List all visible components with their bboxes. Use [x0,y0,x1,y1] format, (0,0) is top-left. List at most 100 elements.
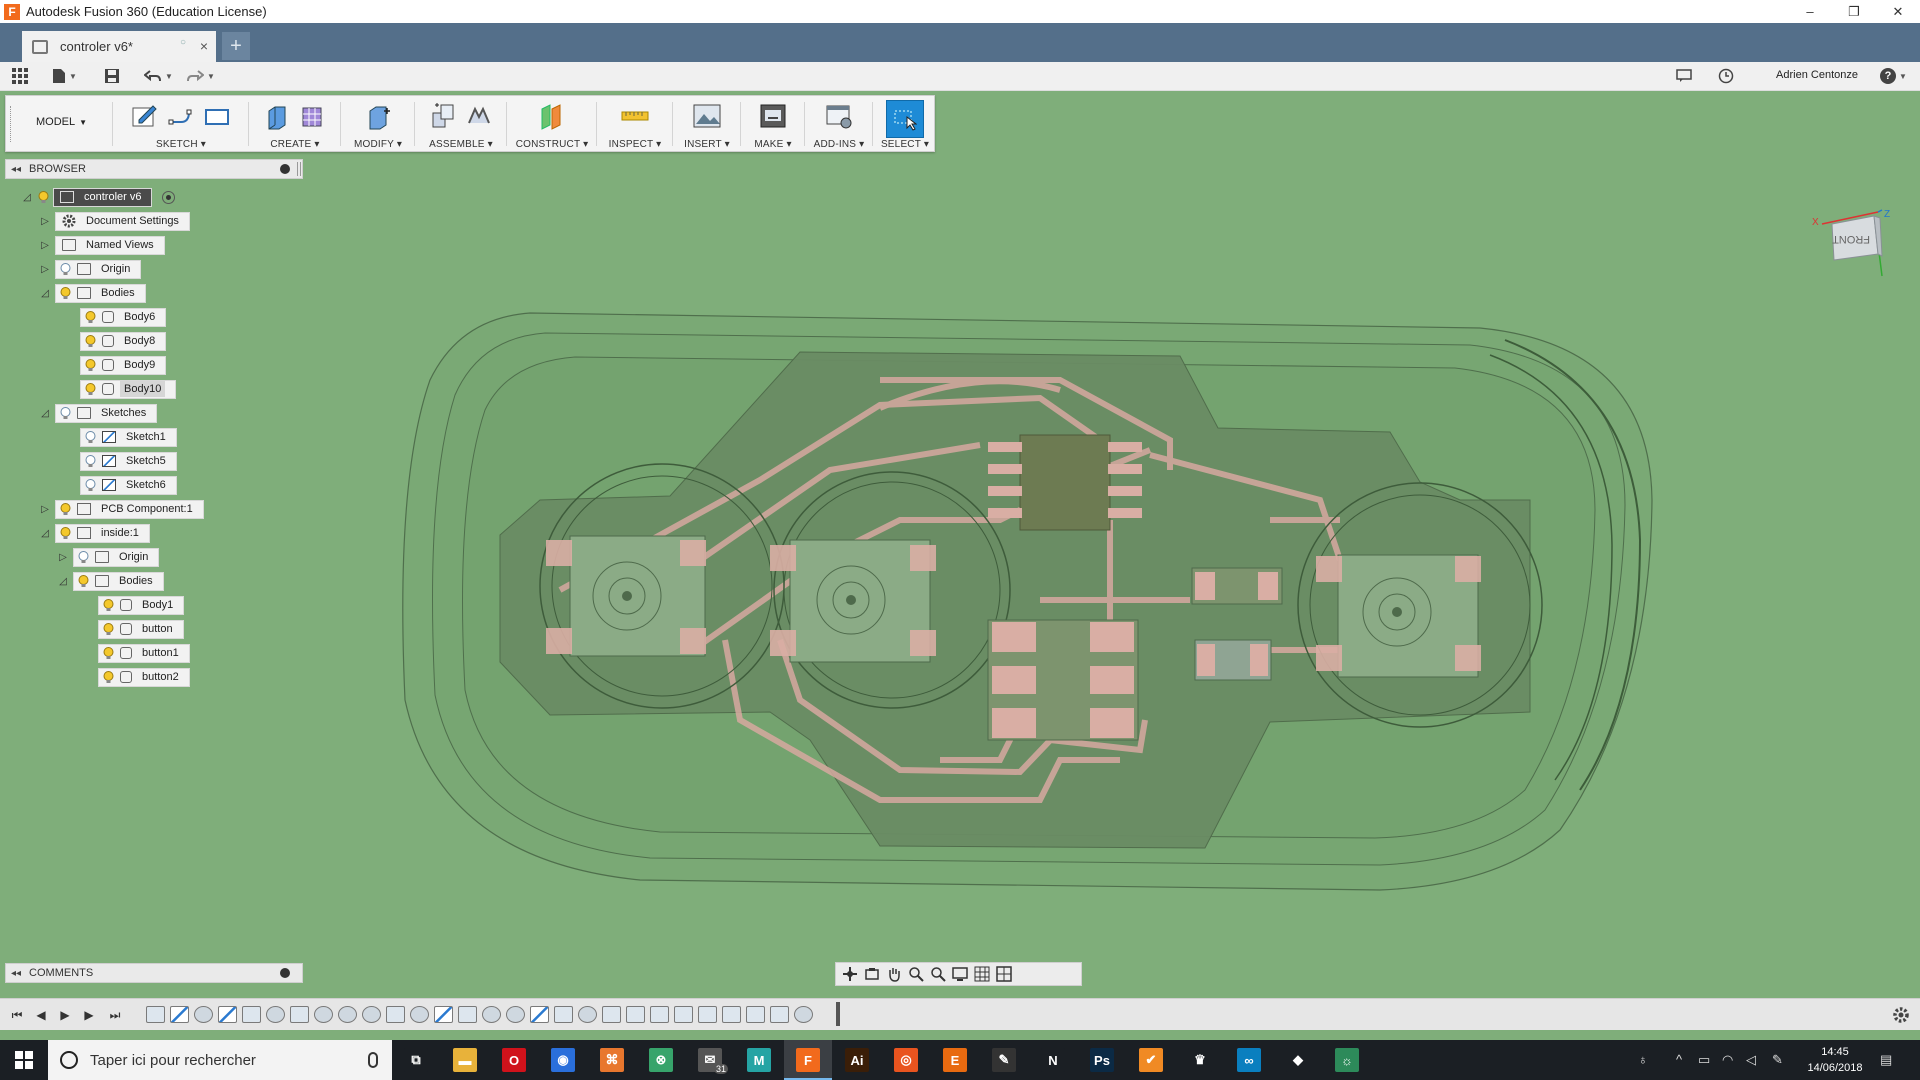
timeline-feature-extrude[interactable] [386,1006,405,1023]
close-tab-icon[interactable]: × [200,38,208,54]
viewports-icon[interactable] [996,966,1012,982]
new-tab-button[interactable]: + [222,32,250,60]
tree-item-sketches[interactable]: ◿ Sketches [38,403,158,423]
timeline-feature-fillet[interactable] [650,1006,669,1023]
visibility-bulb-icon[interactable] [103,622,114,636]
tree-item-body10[interactable]: Body10 [76,379,177,399]
timeline-feature-extrude[interactable] [242,1006,261,1023]
taskbar-app-mail[interactable]: ✉ 31 [686,1040,734,1080]
go-to-start-icon[interactable]: ⏮ [10,1008,24,1022]
visibility-bulb-icon[interactable] [85,358,96,372]
go-to-end-icon[interactable]: ⏭ [108,1008,122,1022]
orbit-icon[interactable] [842,966,858,982]
visibility-bulb-icon[interactable] [103,670,114,684]
undo-button[interactable]: ▼ [144,66,173,86]
volume-icon[interactable]: ◁ [1746,1052,1756,1068]
tree-item-body9[interactable]: Body9 [76,355,167,375]
timeline-feature-move[interactable] [266,1006,285,1023]
tree-item-inside[interactable]: ◿ inside:1 [38,523,150,543]
visibility-bulb-icon[interactable] [38,190,49,204]
timeline-feature-extrude[interactable] [698,1006,717,1023]
timeline-feature-move[interactable] [338,1006,357,1023]
visibility-bulb-icon[interactable] [85,382,96,396]
taskbar-app-arduino[interactable]: ∞ [1225,1040,1273,1080]
collapse-panel-icon[interactable]: ◂◂ [11,968,21,979]
timeline-feature-sketch[interactable] [218,1006,237,1023]
hidden-bulb-icon[interactable] [60,406,71,420]
data-panel-button[interactable] [12,66,28,86]
help-button[interactable]: ? ▼ [1880,66,1907,86]
timeline-feature-joint[interactable] [314,1006,333,1023]
tree-node-root[interactable]: controler v6 [53,187,153,207]
visibility-bulb-icon[interactable] [60,526,71,540]
minimize-button[interactable]: – [1788,0,1832,23]
step-back-icon[interactable]: ◀ [34,1008,48,1022]
visibility-bulb-icon[interactable] [60,502,71,516]
tree-node[interactable]: Named Views [55,235,165,255]
look-at-icon[interactable] [864,966,880,982]
tree-item-pcb-component[interactable]: ▷ PCB Component:1 [38,499,204,519]
taskbar-app-app-green[interactable]: ⊗ [637,1040,685,1080]
timeline-feature-body[interactable] [146,1006,165,1023]
timeline-feature-move[interactable] [578,1006,597,1023]
tree-item-body8[interactable]: Body8 [76,331,167,351]
show-hidden-icons-chevron[interactable]: ^ [1676,1052,1682,1067]
visibility-bulb-icon[interactable] [103,646,114,660]
timeline-feature-extrude[interactable] [674,1006,693,1023]
close-window-button[interactable]: ✕ [1876,0,1920,23]
file-menu-button[interactable]: ▼ [52,66,77,86]
taskbar-app-gitkraken[interactable]: ◆ [1274,1040,1322,1080]
tree-node[interactable]: Sketch6 [80,475,177,495]
microphone-icon[interactable] [368,1052,378,1068]
taskbar-app-app-orange[interactable]: ⌘ [588,1040,636,1080]
tree-item-sketch6[interactable]: Sketch6 [76,475,177,495]
tree-node[interactable]: button1 [98,643,190,663]
tree-item-body6[interactable]: Body6 [76,307,167,327]
timeline-feature-fillet[interactable] [746,1006,765,1023]
visibility-bulb-icon[interactable] [85,334,96,348]
comments-panel-header[interactable]: ◂◂ COMMENTS [5,963,303,983]
timeline-feature-joint[interactable] [194,1006,213,1023]
tree-item-bodies[interactable]: ◿ Bodies [38,283,146,303]
taskbar-app-netflix[interactable]: N [1029,1040,1077,1080]
start-button[interactable] [0,1040,48,1080]
taskbar-app-opera[interactable]: O [490,1040,538,1080]
save-button[interactable] [104,66,120,86]
pin-icon[interactable] [280,968,290,978]
visibility-bulb-icon[interactable] [85,310,96,324]
tree-item-button1[interactable]: button1 [94,643,190,663]
tree-node[interactable]: Body10 [80,379,177,399]
document-tab[interactable]: controler v6* ○ × [22,31,216,62]
display-settings-icon[interactable] [952,966,968,982]
timeline-feature-extrude[interactable] [458,1006,477,1023]
tree-node[interactable]: Origin [73,547,160,567]
tree-item-origin[interactable]: ▷ Origin [38,259,142,279]
taskbar-app-app-m[interactable]: M [735,1040,783,1080]
tree-node[interactable]: button2 [98,667,190,687]
step-forward-icon[interactable]: ▶ [82,1008,96,1022]
timeline-feature-combine[interactable] [602,1006,621,1023]
notifications-button[interactable] [1676,66,1692,86]
tree-node[interactable]: Body8 [80,331,167,351]
collapse-panel-icon[interactable]: ◂◂ [11,164,21,175]
taskbar-app-eagle[interactable]: E [931,1040,979,1080]
expand-triangle-icon[interactable]: ▷ [38,238,52,252]
tree-item-named-views[interactable]: ▷ Named Views [38,235,165,255]
hidden-bulb-icon[interactable] [85,478,96,492]
user-account-menu[interactable]: Adrien Centonze [1776,69,1858,81]
taskbar-app-ubuntu[interactable]: ◎ [882,1040,930,1080]
grid-settings-icon[interactable] [974,966,990,982]
taskbar-app-file-explorer[interactable]: ▬ [441,1040,489,1080]
tree-node[interactable]: Body6 [80,307,167,327]
battery-icon[interactable]: ▭ [1698,1052,1710,1068]
tree-node[interactable]: button [98,619,184,639]
timeline-feature-fillet[interactable] [722,1006,741,1023]
system-clock[interactable]: 14:45 14/06/2018 [1795,1044,1875,1076]
timeline-feature-shell[interactable] [626,1006,645,1023]
tree-node[interactable]: Body1 [98,595,185,615]
timeline-feature-sketch[interactable] [434,1006,453,1023]
tree-item-inside-origin[interactable]: ▷ Origin [56,547,160,567]
taskbar-search[interactable]: Taper ici pour rechercher [48,1040,392,1080]
timeline-feature-joint[interactable] [410,1006,429,1023]
panel-resize-handle[interactable] [297,162,301,176]
